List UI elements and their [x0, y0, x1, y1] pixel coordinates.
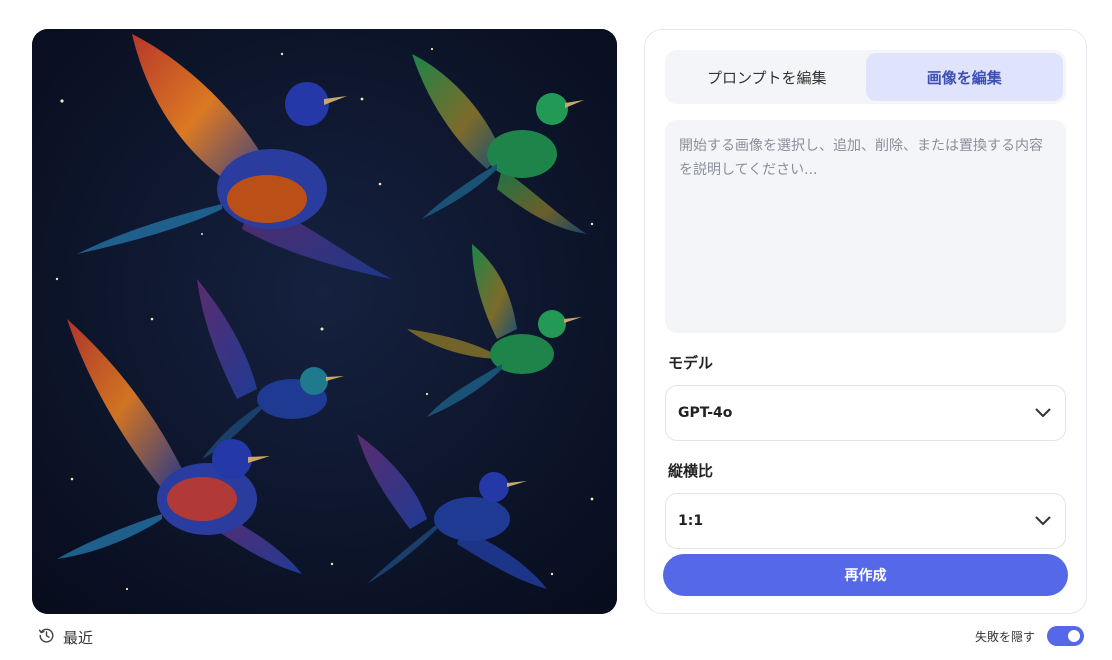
- toggle-knob: [1068, 630, 1080, 642]
- regenerate-button[interactable]: 再作成: [663, 554, 1068, 596]
- recent-label: 最近: [63, 628, 94, 647]
- mode-tabs: プロンプトを編集 画像を編集: [665, 50, 1066, 104]
- aspect-ratio-label: 縦横比: [668, 462, 714, 480]
- edit-prompt-input[interactable]: [665, 120, 1066, 333]
- generated-image[interactable]: [32, 29, 617, 614]
- model-select[interactable]: GPT-4o: [665, 385, 1066, 441]
- birds-illustration: [32, 29, 617, 614]
- chevron-down-icon: [1035, 516, 1051, 526]
- edit-panel: プロンプトを編集 画像を編集 モデル GPT-4o 縦横比 1:1 再作成: [644, 29, 1087, 614]
- hide-failed-control: 失敗を隠す: [975, 626, 1084, 646]
- hide-failed-toggle[interactable]: [1047, 626, 1084, 646]
- aspect-ratio-select-value: 1:1: [678, 513, 704, 529]
- model-select-value: GPT-4o: [678, 405, 733, 421]
- model-label: モデル: [668, 354, 714, 372]
- hide-failed-label: 失敗を隠す: [974, 629, 1035, 644]
- tab-edit-prompt[interactable]: プロンプトを編集: [668, 53, 866, 101]
- history-icon: [38, 627, 55, 648]
- chevron-down-icon: [1035, 408, 1051, 418]
- tab-edit-image[interactable]: 画像を編集: [865, 53, 1063, 101]
- recent-button[interactable]: 最近: [38, 627, 93, 647]
- aspect-ratio-select[interactable]: 1:1: [665, 493, 1066, 549]
